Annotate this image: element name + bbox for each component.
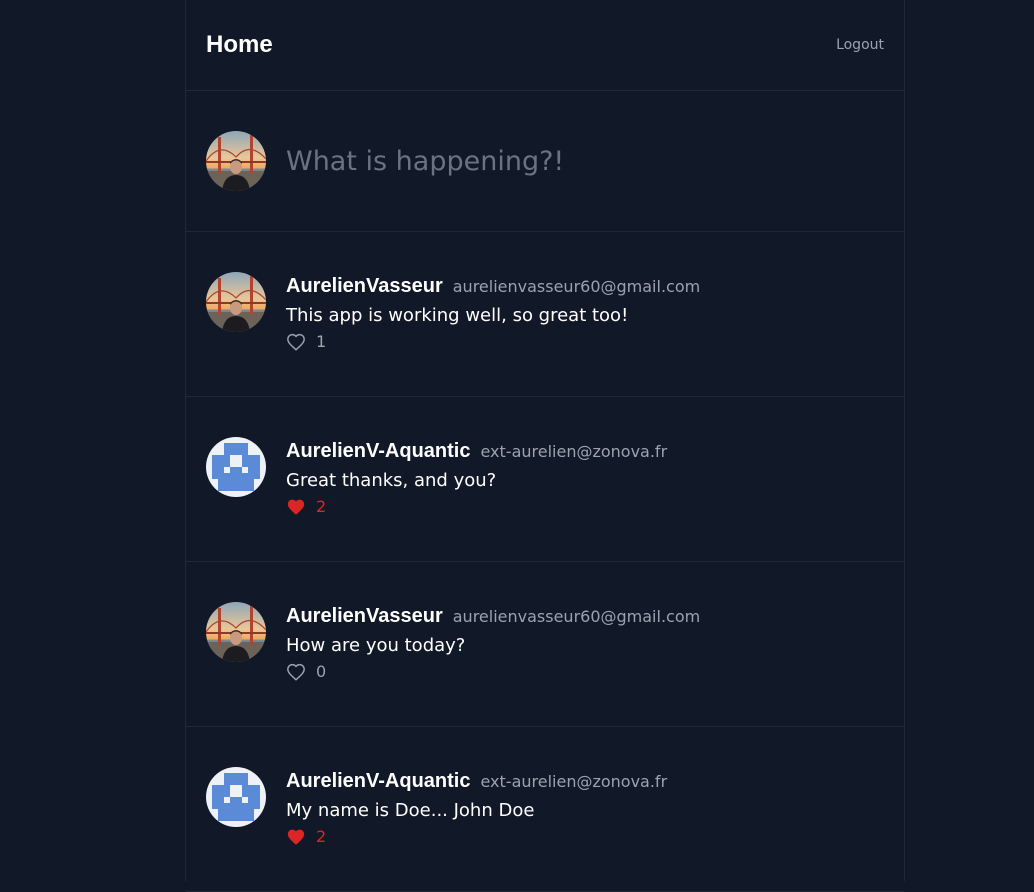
avatar[interactable] xyxy=(206,437,266,497)
like-count: 2 xyxy=(316,827,327,846)
post-username[interactable]: AurelienV-Aquantic xyxy=(286,770,470,793)
post-body: AurelienV-Aquantic ext-aurelien@zonova.f… xyxy=(286,440,667,516)
post-body: AurelienVasseur aurelienvasseur60@gmail.… xyxy=(286,275,700,351)
post-body: AurelienVasseur aurelienvasseur60@gmail.… xyxy=(286,605,700,681)
post-body: AurelienV-Aquantic ext-aurelien@zonova.f… xyxy=(286,770,667,846)
like-count-row: 2 xyxy=(286,497,667,516)
post-meta: AurelienVasseur aurelienvasseur60@gmail.… xyxy=(286,605,700,628)
post-email: aurelienvasseur60@gmail.com xyxy=(452,277,701,296)
avatar[interactable] xyxy=(206,602,266,662)
heart-outline-icon[interactable] xyxy=(286,663,306,681)
like-count: 1 xyxy=(316,332,327,351)
avatar xyxy=(206,131,266,191)
like-count-row: 2 xyxy=(286,827,667,846)
post: AurelienVasseur aurelienvasseur60@gmail.… xyxy=(186,232,904,397)
post: AurelienV-Aquantic ext-aurelien@zonova.f… xyxy=(186,397,904,562)
header: Home Logout xyxy=(186,0,904,91)
timeline-column: Home Logout AurelienVasseur aurelienvass… xyxy=(185,0,905,892)
heart-outline-icon[interactable] xyxy=(286,333,306,351)
compose-box xyxy=(186,91,904,232)
post: AurelienVasseur aurelienvasseur60@gmail.… xyxy=(186,562,904,727)
post-meta: AurelienVasseur aurelienvasseur60@gmail.… xyxy=(286,275,700,298)
page-title: Home xyxy=(206,31,273,58)
post-text: My name is Doe... John Doe xyxy=(286,800,535,821)
heart-filled-icon[interactable] xyxy=(286,828,306,846)
avatar[interactable] xyxy=(206,767,266,827)
post-username[interactable]: AurelienVasseur xyxy=(286,605,443,628)
post-text: How are you today? xyxy=(286,635,466,656)
post-text: This app is working well, so great too! xyxy=(286,305,629,326)
post-email: ext-aurelien@zonova.fr xyxy=(480,772,668,791)
post-username[interactable]: AurelienVasseur xyxy=(286,275,443,298)
post-list: AurelienVasseur aurelienvasseur60@gmail.… xyxy=(186,232,904,892)
like-count: 0 xyxy=(316,662,327,681)
like-count-row: 0 xyxy=(286,662,700,681)
post-meta: AurelienV-Aquantic ext-aurelien@zonova.f… xyxy=(286,440,667,463)
like-count-row: 1 xyxy=(286,332,700,351)
post-meta: AurelienV-Aquantic ext-aurelien@zonova.f… xyxy=(286,770,667,793)
compose-input[interactable] xyxy=(286,145,884,177)
like-count: 2 xyxy=(316,497,327,516)
post-username[interactable]: AurelienV-Aquantic xyxy=(286,440,470,463)
post: AurelienV-Aquantic ext-aurelien@zonova.f… xyxy=(186,727,904,892)
logout-button[interactable]: Logout xyxy=(836,37,884,53)
post-email: aurelienvasseur60@gmail.com xyxy=(452,607,701,626)
avatar[interactable] xyxy=(206,272,266,332)
post-text: Great thanks, and you? xyxy=(286,470,497,491)
post-email: ext-aurelien@zonova.fr xyxy=(480,442,668,461)
heart-filled-icon[interactable] xyxy=(286,498,306,516)
